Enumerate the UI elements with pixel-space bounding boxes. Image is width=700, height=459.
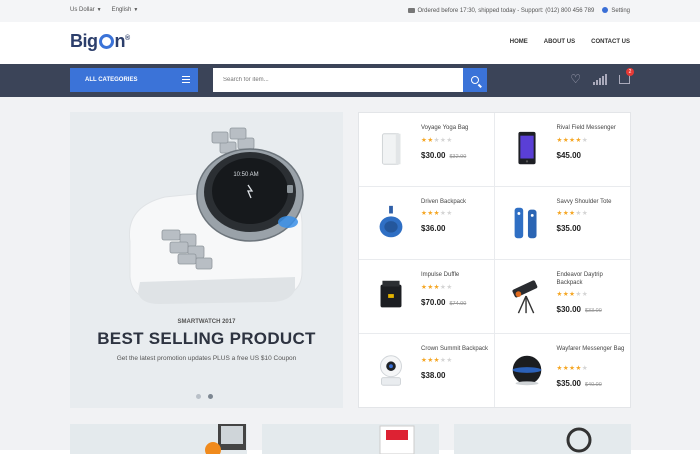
search-input[interactable] xyxy=(213,68,463,92)
nav-home[interactable]: HOME xyxy=(510,39,528,45)
product-card[interactable]: Rival Field Messenger ★★★★★ $45.00 xyxy=(494,113,631,187)
old-price: $33.00 xyxy=(584,308,602,314)
product-card[interactable]: Crown Summit Backpack ★★★★★ $38.00 xyxy=(359,333,495,407)
product-name[interactable]: Voyage Yoga Bag xyxy=(421,125,495,133)
product-name[interactable]: Driven Backpack xyxy=(421,199,495,207)
current-price: $30.00 xyxy=(556,305,581,314)
power-adapter-icon xyxy=(380,280,402,308)
product-name[interactable]: Savvy Shoulder Tote xyxy=(557,199,631,207)
nav-contact-us[interactable]: CONTACT US xyxy=(591,39,630,45)
old-price: $32.00 xyxy=(449,153,467,160)
search-button[interactable] xyxy=(463,68,487,92)
setting-label: Setting xyxy=(611,8,630,14)
product-price: $45.00 xyxy=(557,151,581,160)
product-price: $38.00 xyxy=(421,371,445,380)
top-bar: Us Dollar ▼ English ▼ Ordered before 17:30… xyxy=(0,0,700,22)
logo[interactable]: Big n® xyxy=(70,31,130,52)
product-name[interactable]: Wayfarer Messenger Bag xyxy=(557,346,631,354)
wishlist-heart-icon[interactable]: ♡ xyxy=(570,73,581,85)
shipping-info: Ordered before 17:30, shipped today - Su… xyxy=(407,7,595,14)
product-price: $30.00 $32.00 xyxy=(421,151,466,160)
hero-banner[interactable]: 10:50 AM SMARTWATCH 2017 BEST SELLING PR… xyxy=(70,112,343,408)
rating-stars: ★★★★★ xyxy=(421,210,453,217)
telescope-icon xyxy=(511,280,537,314)
rating-stars: ★★★★★ xyxy=(421,136,453,144)
gear-icon xyxy=(602,7,609,13)
currency-label: Us Dollar xyxy=(70,7,95,13)
language-label: English xyxy=(111,7,132,13)
hero-subtitle: SMARTWATCH 2017 xyxy=(177,319,236,325)
product-card[interactable]: Impulse Duffle ★★★★★ $70.00 $74.00 xyxy=(359,260,495,334)
nav-about-us[interactable]: ABOUT US xyxy=(544,39,575,45)
currency-selector[interactable]: Us Dollar ▼ xyxy=(70,7,102,13)
carousel-dots xyxy=(196,394,213,399)
all-categories-label: ALL CATEGORIES xyxy=(85,77,138,83)
product-card[interactable]: Savvy Shoulder Tote ★★★★★ $35.00 xyxy=(494,187,631,260)
product-name[interactable]: Impulse Duffle xyxy=(421,272,495,280)
black-speaker-icon xyxy=(512,355,541,385)
product-price: $30.00 $33.00 xyxy=(557,305,602,314)
product-name[interactable]: Crown Summit Backpack xyxy=(421,346,495,354)
product-price: $36.00 xyxy=(421,224,445,233)
header: Big n® HOME ABOUT US CONTACT US xyxy=(0,22,700,64)
all-categories-button[interactable]: ALL CATEGORIES xyxy=(70,68,198,92)
chevron-down-icon: ▼ xyxy=(133,7,139,13)
cart-count-badge: 2 xyxy=(626,67,634,76)
rating-stars: ★★★★★ xyxy=(421,283,453,291)
smartphone-icon xyxy=(517,131,536,165)
hero-description: Get the latest promotion updates PLUS a … xyxy=(116,355,297,362)
product-card[interactable]: Driven Backpack ★★★★★ $36.00 xyxy=(359,186,495,260)
white-box-icon xyxy=(381,133,401,165)
current-price: $35.00 xyxy=(556,224,581,233)
product-card[interactable]: Endeavor Daytrip Backpack ★★★★★ $30.00 $33.… xyxy=(494,260,631,334)
current-price: $45.00 xyxy=(556,150,581,160)
hero-title: BEST SELLING PRODUCT xyxy=(97,329,316,348)
product-card[interactable]: Wayfarer Messenger Bag ★★★★★ $35.00 $40.00 xyxy=(495,334,631,408)
security-camera-icon xyxy=(380,354,402,386)
truck-icon xyxy=(407,7,415,13)
cart-icon[interactable]: 2 xyxy=(619,67,634,84)
product-grid: Voyage Yoga Bag ★★★★★ $30.00 $32.00 Rival Fi… xyxy=(358,112,631,408)
product-card[interactable]: Voyage Yoga Bag ★★★★★ $30.00 $32.00 xyxy=(359,113,495,187)
watch-time-text: 10:50 AM xyxy=(233,172,258,178)
current-price: $35.00 xyxy=(556,378,581,388)
compare-icon[interactable] xyxy=(593,73,607,85)
carousel-dot-active[interactable] xyxy=(208,394,213,399)
old-price: $40.00 xyxy=(584,381,602,388)
logo-text-suffix: n xyxy=(114,31,126,51)
rating-stars: ★★★★★ xyxy=(556,210,589,217)
main-nav: HOME ABOUT US CONTACT US xyxy=(510,39,630,45)
main-content: 10:50 AM SMARTWATCH 2017 BEST SELLING PR… xyxy=(0,97,700,458)
logo-text-prefix: Big xyxy=(70,31,98,51)
chevron-down-icon: ▼ xyxy=(96,7,102,13)
product-price: $35.00 xyxy=(557,224,581,233)
logo-ring-icon xyxy=(98,34,114,49)
rating-stars: ★★★★★ xyxy=(556,136,589,144)
product-name[interactable]: Rival Field Messenger xyxy=(557,125,631,133)
blue-speaker-icon xyxy=(379,205,403,237)
carousel-dot[interactable] xyxy=(196,394,201,399)
current-price: $30.00 xyxy=(421,150,446,160)
product-price: $35.00 $40.00 xyxy=(557,379,602,388)
smartwatch-image: 10:50 AM xyxy=(128,127,304,304)
remote-controls-icon xyxy=(514,207,537,238)
registered-mark-icon: ® xyxy=(125,35,130,42)
rating-stars: ★★★★★ xyxy=(421,357,453,364)
current-price: $38.00 xyxy=(421,371,446,380)
setting-link[interactable]: Setting xyxy=(602,7,630,14)
language-selector[interactable]: English ▼ xyxy=(112,7,139,13)
old-price: $74.00 xyxy=(449,300,467,307)
current-price: $70.00 xyxy=(421,297,446,307)
menu-icon xyxy=(182,76,190,83)
current-price: $36.00 xyxy=(421,224,446,233)
product-name[interactable]: Endeavor Daytrip Backpack xyxy=(557,272,631,287)
search-icon xyxy=(471,76,479,84)
rating-stars: ★★★★★ xyxy=(556,291,589,298)
search-bar: ALL CATEGORIES ♡ 2 xyxy=(0,64,700,97)
product-price: $70.00 $74.00 xyxy=(421,298,466,307)
rating-stars: ★★★★★ xyxy=(556,364,589,372)
shipping-text: Ordered before 17:30, shipped today - Su… xyxy=(417,7,595,14)
